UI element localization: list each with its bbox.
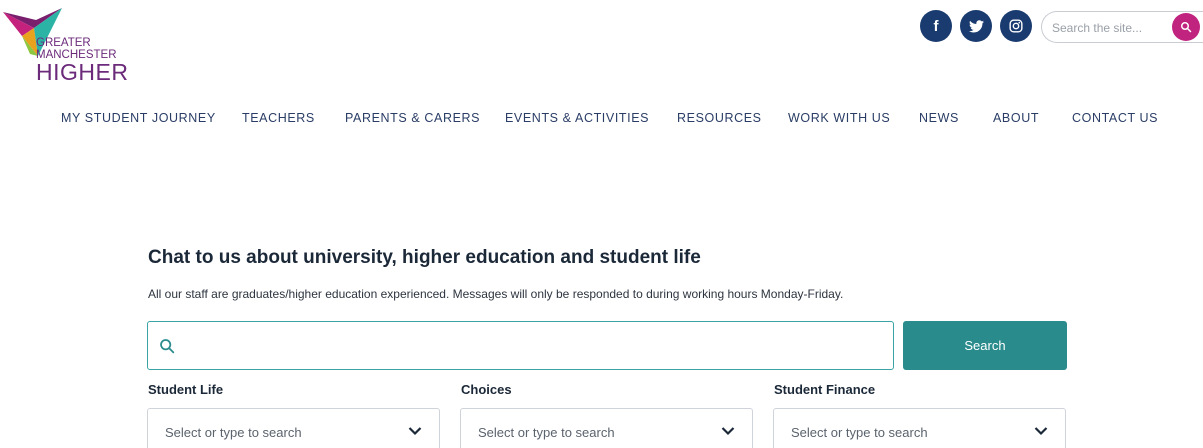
chat-heading: Chat to us about university, higher educ… [148,247,701,268]
student-finance-select[interactable]: Select or type to search [773,408,1066,448]
search-icon [1181,22,1192,33]
filter-label-student-finance: Student Finance [774,382,876,397]
logo-line-higher: HIGHER [36,59,129,85]
chat-description: All our staff are graduates/higher educa… [148,287,844,301]
facebook-icon: f [933,17,939,35]
select-placeholder: Select or type to search [478,425,615,440]
site-logo[interactable]: GREATER MANCHESTER HIGHER [0,6,180,88]
chevron-down-icon [1034,427,1048,436]
student-life-select[interactable]: Select or type to search [147,408,440,448]
faq-search-box [147,321,894,370]
logo-line-greater: GREATER [36,37,91,49]
faq-search-input[interactable] [186,334,876,358]
filter-label-student-life: Student Life [148,382,224,397]
nav-contact-us[interactable]: CONTACT US [1072,111,1158,125]
nav-work-with-us[interactable]: WORK WITH US [788,111,890,125]
nav-events-activities[interactable]: EVENTS & ACTIVITIES [505,111,649,125]
nav-parents-carers[interactable]: PARENTS & CARERS [345,111,480,125]
search-button[interactable]: Search [903,321,1067,370]
chevron-down-icon [408,427,422,436]
choices-select[interactable]: Select or type to search [460,408,753,448]
nav-resources[interactable]: RESOURCES [677,111,762,125]
select-placeholder: Select or type to search [791,425,928,440]
instagram-icon [1009,19,1023,33]
nav-about[interactable]: ABOUT [993,111,1039,125]
twitter-button[interactable] [960,10,992,42]
chevron-down-icon [721,427,735,436]
twitter-icon [968,19,984,32]
filter-label-choices: Choices [461,382,512,397]
nav-my-student-journey[interactable]: MY STUDENT JOURNEY [61,111,216,125]
site-search-button[interactable] [1172,13,1200,41]
instagram-button[interactable] [1000,10,1032,42]
site-search-input[interactable] [1052,18,1162,38]
main-nav: MY STUDENT JOURNEY TEACHERS PARENTS & CA… [0,111,1203,127]
search-icon [160,339,175,354]
select-placeholder: Select or type to search [165,425,302,440]
nav-teachers[interactable]: TEACHERS [242,111,315,125]
facebook-button[interactable]: f [920,10,952,42]
nav-news[interactable]: NEWS [919,111,959,125]
